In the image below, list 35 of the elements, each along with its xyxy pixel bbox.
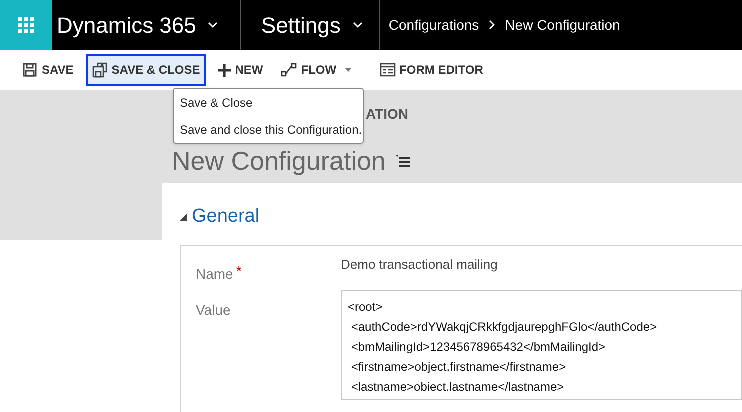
chevron-down-icon — [352, 22, 363, 28]
code-line: <lastname>obiect.lastname</lastname> — [350, 379, 566, 396]
toolbar-button[interactable]: FORM EDITOR — [374, 54, 490, 86]
code-line: <root> — [348, 299, 384, 316]
grid-icon — [18, 17, 34, 33]
required-asterisk: * — [236, 264, 242, 278]
value-textarea[interactable]: <root> <authCode>rdYWakqjCRkkfgdjaurepghFGlo</authCode> <bmMailingId>12345678965432</bmMailingId> <firstname>object.firstname</firstname> <lastname>obiect.lastname</lastname> — [341, 290, 742, 400]
menu-icon[interactable] — [396, 155, 410, 167]
section-toggle[interactable]: General — [180, 203, 260, 232]
chevron-right-icon — [489, 20, 496, 30]
field-label: Name — [196, 264, 234, 284]
record-title: New Configuration — [172, 147, 386, 175]
breadcrumb-link[interactable]: Configurations — [388, 14, 480, 36]
save-icon — [22, 62, 38, 78]
toolbar-button[interactable]: SAVE & CLOSE — [86, 54, 206, 86]
toolbar-button[interactable]: FLOW — [275, 54, 358, 86]
toolbar-button[interactable]: SAVE — [16, 54, 80, 86]
entity-label: ATION — [365, 105, 410, 124]
name-field[interactable]: Demo transactional mailing — [341, 254, 498, 288]
field-label: Value — [196, 301, 231, 320]
save-close-icon — [92, 62, 108, 78]
toolbar-button[interactable]: NEW — [212, 54, 270, 86]
plus-icon — [218, 64, 232, 76]
caret-icon — [344, 68, 352, 72]
code-line: <authCode>rdYWakqjCRkkfgdjaurepghFGlo</authCode> — [350, 319, 658, 336]
code-line: <bmMailingId>12345678965432</bmMailingId> — [350, 339, 607, 356]
code-line: <firstname>object.firstname</firstname> — [350, 359, 568, 376]
form-icon — [380, 62, 396, 78]
breadcrumb-link[interactable]: New Configuration — [505, 14, 620, 36]
triangle-down-icon — [180, 214, 187, 221]
area-menu[interactable]: Settings — [241, 0, 380, 50]
chevron-down-icon — [208, 22, 218, 28]
flow-icon — [281, 62, 298, 78]
tooltip-title: Save & Close — [180, 95, 254, 112]
app-menu[interactable]: Dynamics 365 — [52, 0, 242, 50]
